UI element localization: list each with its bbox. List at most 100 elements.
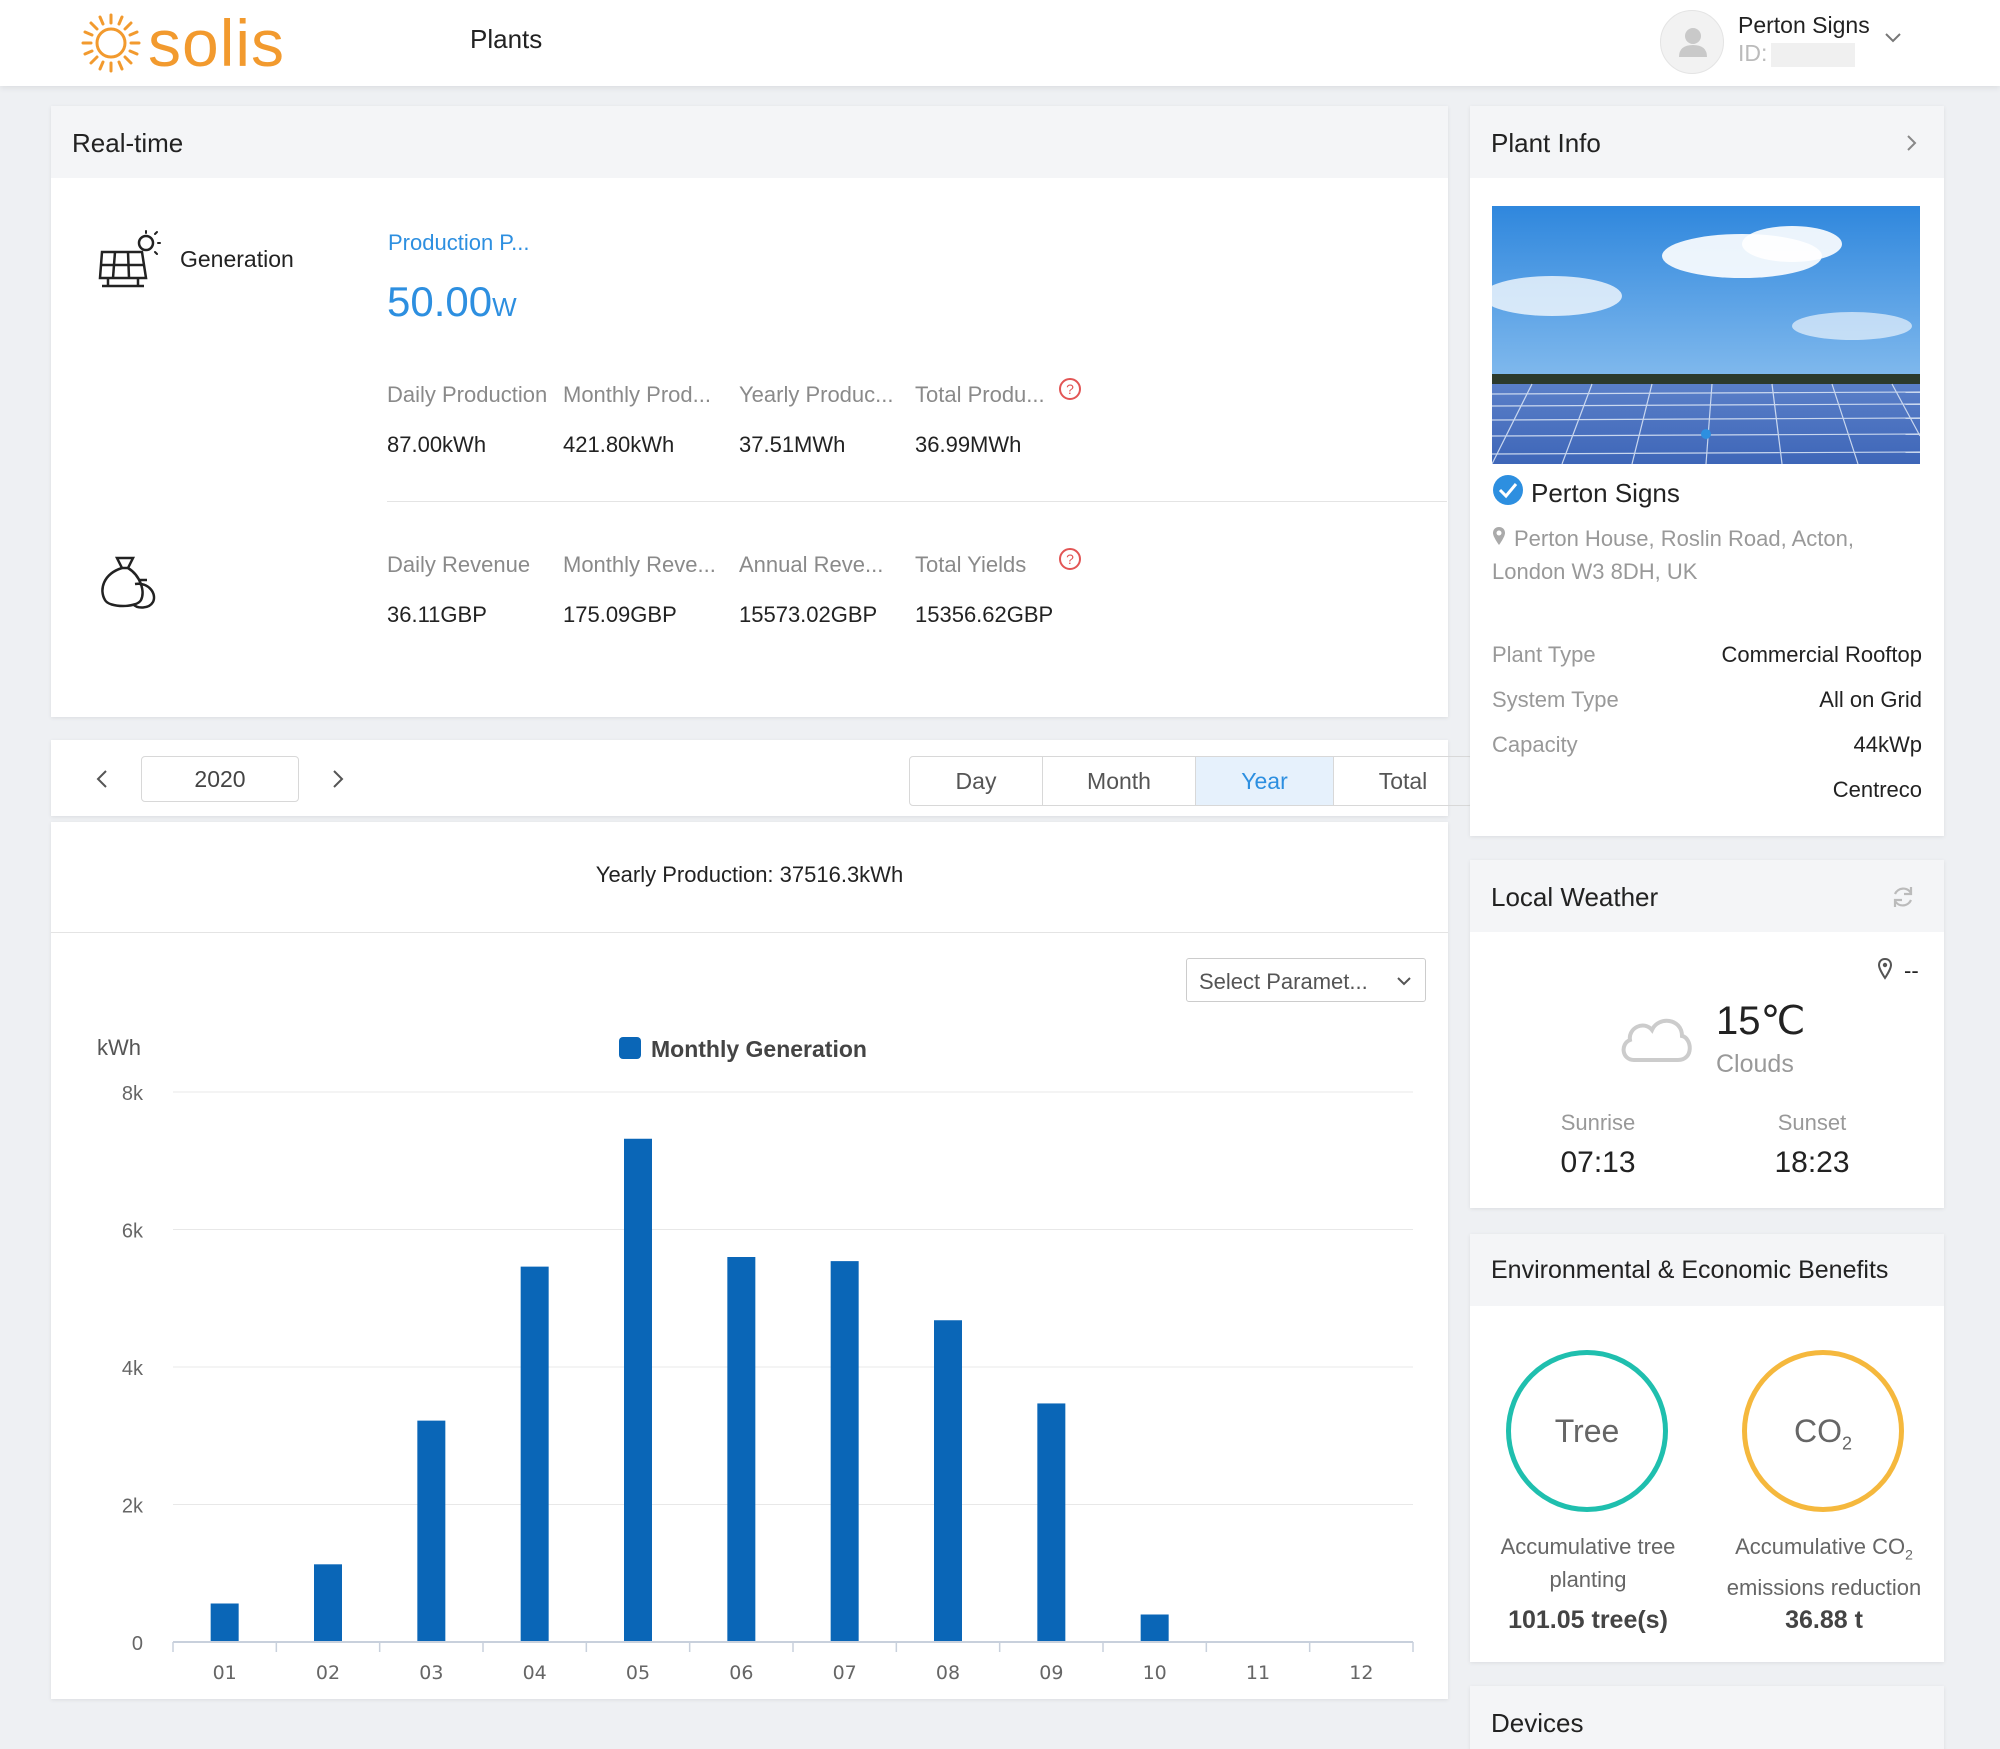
system-type-value: All on Grid [1819, 687, 1922, 712]
devices-card: Devices [1470, 1686, 1944, 1749]
x-tick-label: 01 [213, 1662, 237, 1684]
production-power-label: Production P... [388, 230, 530, 255]
co2-ring-label: CO [1793, 1413, 1842, 1449]
plant-info-title: Plant Info [1470, 106, 1944, 178]
chevron-down-icon[interactable] [1882, 26, 1904, 48]
tree-value: 101.05 tree(s) [1508, 1606, 1668, 1634]
help-icon[interactable]: ? [1059, 378, 1081, 400]
year-input[interactable]: 2020 [141, 756, 299, 802]
co2-description: Accumulative CO2 emissions reduction [1714, 1530, 1934, 1604]
bar-month-06[interactable] [727, 1257, 756, 1642]
bar-month-10[interactable] [1140, 1614, 1169, 1643]
chevron-right-icon[interactable] [1902, 132, 1920, 154]
daily-revenue-label: Daily Revenue [387, 552, 531, 577]
tree-ring: Tree [1506, 1350, 1668, 1512]
plant-name: Perton Signs [1531, 478, 1680, 508]
tab-total[interactable]: Total [1334, 757, 1472, 805]
yearly-production-summary: Yearly Production: 37516.3kWh [595, 862, 904, 887]
realtime-card: Real-time Generation Production P... 50.… [51, 106, 1448, 717]
y-axis-label: kWh [97, 1035, 141, 1060]
system-type-row: System Type All on Grid [1492, 687, 1922, 717]
y-tick-label: 6k [122, 1221, 144, 1243]
chevron-down-icon [1397, 977, 1411, 986]
bar-month-07[interactable] [830, 1261, 859, 1642]
annual-revenue-value: 15573.02GBP [739, 602, 878, 627]
user-id: ID: [1738, 40, 1856, 67]
sunset-label: Sunset [1777, 1110, 1847, 1135]
plant-address: Perton House, Roslin Road, Acton, London… [1492, 526, 1854, 584]
chevron-left-icon[interactable] [93, 768, 113, 790]
plant-info-card: Plant Info Perton Signs Perton House, Ro… [1470, 106, 1944, 836]
select-parameter-dropdown[interactable]: Select Paramet... [1186, 958, 1426, 1002]
legend-label: Monthly Generation [651, 1036, 867, 1062]
weather-location: -- [1904, 958, 1919, 983]
co2-ring: CO2 [1742, 1350, 1904, 1512]
capacity-label: Capacity [1492, 732, 1578, 757]
divider [51, 932, 1448, 933]
avatar[interactable] [1660, 10, 1724, 74]
solis-logo[interactable]: solis [80, 10, 285, 76]
refresh-icon[interactable] [1890, 884, 1916, 910]
plant-type-label: Plant Type [1492, 642, 1596, 667]
bar-month-08[interactable] [934, 1320, 962, 1642]
monthly-production-value: 421.80kWh [563, 432, 675, 457]
user-menu[interactable]: Perton Signs ID: [1660, 8, 1960, 78]
benefits-card: Environmental & Economic Benefits Tree C… [1470, 1234, 1944, 1662]
co2-description-a: Accumulative CO [1735, 1534, 1906, 1559]
monthly-production-label: Monthly Prod... [563, 382, 711, 407]
help-icon[interactable]: ? [1059, 548, 1081, 570]
x-tick-label: 02 [316, 1662, 340, 1684]
x-tick-label: 06 [729, 1662, 753, 1684]
money-bag-icon [101, 556, 156, 609]
period-tabs: Day Month Year Total [909, 756, 1473, 806]
plant-photo[interactable] [1492, 206, 1920, 464]
solar-panel-icon [98, 230, 161, 288]
monthly-generation-chart: kWh Monthly Generation 0 2k 4k 6k 8k 01 02 03 0… [97, 1035, 1414, 1684]
plant-type-row: Plant Type Commercial Rooftop [1492, 642, 1922, 672]
user-name: Perton Signs [1738, 12, 1870, 38]
bar-month-05[interactable] [624, 1138, 652, 1642]
sunset-time: 18:23 [1774, 1146, 1850, 1179]
chevron-right-icon[interactable] [327, 768, 347, 790]
total-production-value: 36.99MWh [915, 432, 1022, 457]
production-power-value: 50.00W [387, 278, 517, 326]
generation-label: Generation [180, 246, 294, 272]
benefits-title: Environmental & Economic Benefits [1470, 1234, 1944, 1306]
production-power-number: 50.00 [387, 278, 493, 325]
tab-month[interactable]: Month [1043, 757, 1196, 805]
x-tick-label: 05 [626, 1662, 650, 1684]
realtime-title: Real-time [51, 106, 1448, 178]
capacity-row: Capacity 44kWp [1492, 732, 1922, 762]
annual-revenue-label: Annual Reve... [739, 552, 884, 577]
period-bar: 2020 Day Month Year Total [51, 740, 1473, 816]
co2-ring-subscript: 2 [1841, 1433, 1852, 1454]
bar-month-04[interactable] [520, 1266, 549, 1642]
x-tick-label: 10 [1143, 1662, 1167, 1684]
x-tick-label: 08 [936, 1662, 960, 1684]
total-production-label: Total Produ... [915, 382, 1045, 407]
user-id-label: ID: [1738, 40, 1768, 66]
daily-production-value: 87.00kWh [387, 432, 487, 457]
tab-day[interactable]: Day [910, 757, 1043, 805]
tab-year[interactable]: Year [1196, 757, 1334, 805]
nav-plants-link[interactable]: Plants [470, 24, 542, 55]
bar-month-02[interactable] [314, 1564, 342, 1642]
plant-type-value: Commercial Rooftop [1721, 642, 1922, 667]
system-type-label: System Type [1492, 687, 1619, 712]
bar-month-03[interactable] [417, 1420, 446, 1642]
bar-month-01[interactable] [210, 1603, 239, 1643]
bar-month-09[interactable] [1037, 1403, 1066, 1642]
monthly-revenue-label: Monthly Reve... [563, 552, 716, 577]
y-tick-label: 4k [122, 1358, 144, 1380]
x-tick-label: 12 [1349, 1662, 1373, 1684]
installer-row: Centreco [1492, 777, 1922, 807]
x-tick-label: 04 [523, 1662, 547, 1684]
logo-text: solis [148, 6, 286, 80]
co2-description-b: emissions reduction [1726, 1575, 1922, 1601]
co2-description-sub: 2 [1905, 1546, 1913, 1563]
sun-logo-icon [81, 13, 141, 73]
user-id-mask [1771, 42, 1856, 67]
tree-description: Accumulative tree planting [1500, 1534, 1676, 1592]
daily-production-label: Daily Production [387, 382, 548, 407]
y-tick-label: 2k [122, 1496, 144, 1518]
